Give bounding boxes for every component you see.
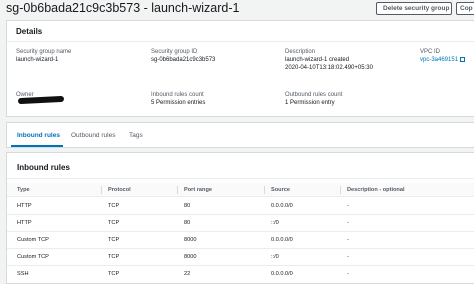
cell-source: 0.0.0.0/0: [271, 203, 293, 209]
cell-description: -: [347, 254, 349, 260]
column-separator: [340, 186, 341, 194]
cell-protocol: TCP: [108, 271, 120, 277]
inbound-count-field: Inbound rules count 5 Permission entries: [151, 91, 205, 107]
column-separator: [177, 186, 178, 194]
vpc-id-link[interactable]: vpc-3a469151: [420, 57, 458, 63]
column-header-source[interactable]: Source: [271, 187, 290, 193]
cell-port-range: 22: [184, 271, 191, 277]
column-header-description[interactable]: Description - optional: [347, 187, 405, 193]
cell-protocol: TCP: [108, 237, 120, 243]
cell-type: HTTP: [17, 220, 32, 226]
sg-name-field: Security group name launch-wizard-1: [16, 48, 71, 64]
column-header-port-range[interactable]: Port range: [184, 187, 212, 193]
page-title: sg-0b6bada21c9c3b573 - launch-wizard-1: [6, 1, 240, 15]
sg-id-field: Security group ID sg-0b6bada21c9c3b573: [151, 48, 215, 64]
description-line2: 2020-04-10T13:18:02.490+05:30: [285, 65, 373, 71]
column-separator: [264, 186, 265, 194]
details-header: Details: [7, 21, 474, 42]
cell-description: -: [347, 220, 349, 226]
tab-inbound-rules[interactable]: Inbound rules: [17, 132, 60, 139]
tab-outbound-rules[interactable]: Outbound rules: [71, 132, 115, 139]
outbound-count-field: Outbound rules count 1 Permission entry: [285, 91, 342, 107]
table-row[interactable]: Custom TCP TCP 8000 ::/0 -: [7, 249, 474, 266]
table-row[interactable]: Custom TCP TCP 8000 0.0.0.0/0 -: [7, 232, 474, 249]
cell-protocol: TCP: [108, 203, 120, 209]
active-tab-indicator: [11, 145, 63, 147]
column-header-protocol[interactable]: Protocol: [108, 187, 131, 193]
cell-protocol: TCP: [108, 254, 120, 260]
cell-type: SSH: [17, 271, 29, 277]
sg-name-value: launch-wizard-1: [16, 57, 59, 63]
copy-button[interactable]: Cop: [456, 2, 474, 15]
inbound-count-value: 5 Permission entries: [151, 100, 206, 106]
description-line1: launch-wizard-1 created: [285, 57, 350, 63]
table-row[interactable]: SSH TCP 22 0.0.0.0/0 -: [7, 266, 474, 283]
tab-bar: Inbound rules Outbound rules Tags: [6, 122, 474, 148]
table-header: Type Protocol Port range Source Descript…: [7, 183, 474, 197]
column-header-type[interactable]: Type: [17, 187, 30, 193]
table-row[interactable]: HTTP TCP 80 ::/0 -: [7, 215, 474, 232]
description-label: Description: [285, 49, 316, 55]
cell-port-range: 8000: [184, 254, 197, 260]
cell-protocol: TCP: [108, 220, 120, 226]
outbound-count-value: 1 Permission entry: [285, 100, 335, 106]
inbound-rules-panel: Inbound rules Type Protocol Port range S…: [6, 152, 474, 284]
inbound-rules-header: Inbound rules: [7, 153, 474, 179]
cell-type: HTTP: [17, 203, 32, 209]
cell-port-range: 80: [184, 220, 191, 226]
vpc-id-field: VPC ID vpc-3a469151: [420, 48, 466, 64]
cell-type: Custom TCP: [17, 237, 49, 243]
tab-tags[interactable]: Tags: [129, 132, 143, 139]
column-separator: [101, 186, 102, 194]
cell-port-range: 80: [184, 203, 191, 209]
delete-security-group-button[interactable]: Delete security group: [376, 2, 452, 15]
cell-description: -: [347, 271, 349, 277]
cell-source: ::/0: [271, 220, 279, 226]
cell-type: Custom TCP: [17, 254, 49, 260]
vpc-id-label: VPC ID: [420, 49, 441, 55]
sg-name-label: Security group name: [16, 49, 72, 55]
outbound-count-label: Outbound rules count: [285, 92, 343, 98]
sg-id-value: sg-0b6bada21c9c3b573: [151, 57, 216, 63]
sg-id-label: Security group ID: [151, 49, 198, 55]
owner-redaction: [17, 95, 65, 105]
inbound-count-label: Inbound rules count: [151, 92, 204, 98]
description-field: Description launch-wizard-1 created 2020…: [285, 48, 373, 72]
table-row[interactable]: HTTP TCP 80 0.0.0.0/0 -: [7, 198, 474, 215]
cell-port-range: 8000: [184, 237, 197, 243]
details-panel: Details Security group name launch-wizar…: [6, 20, 474, 117]
external-link-icon[interactable]: [460, 56, 466, 62]
cell-source: ::/0: [271, 254, 279, 260]
cell-source: 0.0.0.0/0: [271, 237, 293, 243]
cell-description: -: [347, 203, 349, 209]
cell-description: -: [347, 237, 349, 243]
cell-source: 0.0.0.0/0: [271, 271, 293, 277]
